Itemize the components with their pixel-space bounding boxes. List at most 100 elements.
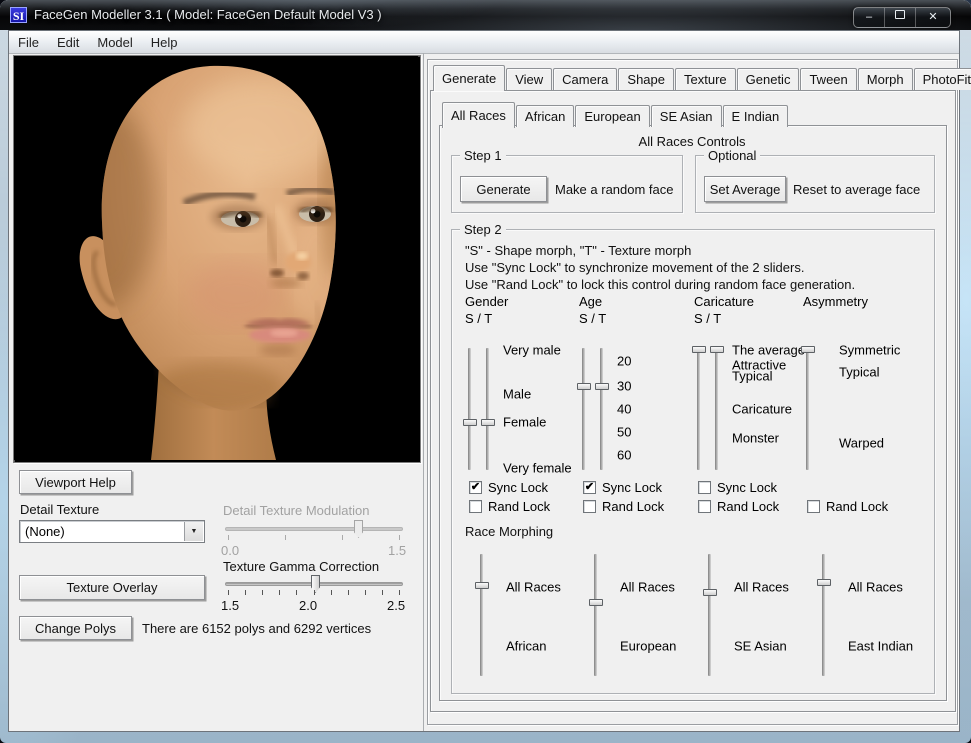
race-top-label-0: All Races [506,580,561,595]
caricature-t-slider-thumb[interactable] [710,346,724,353]
se-asian-morph-slider[interactable] [708,554,711,676]
menu-model[interactable]: Model [88,35,141,50]
tab-tween[interactable]: Tween [800,68,856,90]
morph-column-asymmetry: AsymmetrySymmetricTypicalWarpedRand Lock [799,294,913,584]
generate-button[interactable]: Generate [460,176,547,202]
maximize-button[interactable] [885,8,916,27]
gender-t-slider-thumb[interactable] [481,419,495,426]
slider-tick [228,535,229,540]
set-average-button[interactable]: Set Average [704,176,786,202]
se-asian-morph-slider-thumb[interactable] [703,589,717,596]
slider-tick [348,590,349,595]
modulation-min: 0.0 [221,543,239,558]
caricature-s-slider-thumb[interactable] [692,346,706,353]
tab-generate[interactable]: Generate [433,65,505,91]
modulation-label: Detail Texture Modulation [223,503,369,518]
gender-rand-lock-checkbox[interactable] [469,500,482,513]
client-area: FileEditModelHelp [8,30,960,732]
tab-view[interactable]: View [506,68,552,90]
gender-sync-lock-checkbox[interactable]: ✔ [469,481,482,494]
race-bottom-label-2: SE Asian [734,639,787,654]
slider-tick [365,590,366,595]
panel-splitter[interactable] [423,53,424,731]
tab-shape[interactable]: Shape [618,68,674,90]
european-morph-slider-thumb[interactable] [589,599,603,606]
caricature-header: Caricature [694,294,754,309]
age-sync-lock-checkbox[interactable]: ✔ [583,481,596,494]
gender-st-header: S / T [465,311,492,326]
gender-t-slider[interactable] [486,348,489,470]
step2-instruction-3: Use "Rand Lock" to lock this control dur… [465,276,855,293]
title-bar[interactable]: SI FaceGen Modeller 3.1 ( Model: FaceGen… [0,0,971,30]
race-slider-african: All RacesAfrican [476,546,588,686]
slider-tick [285,535,286,540]
age-rand-lock-row: Rand Lock [583,499,664,513]
minimize-button[interactable]: – [854,8,885,27]
texture-overlay-button[interactable]: Texture Overlay [19,575,205,600]
east-indian-morph-slider-thumb[interactable] [817,579,831,586]
age-sync-lock-label: Sync Lock [602,480,662,495]
subtab-all-races[interactable]: All Races [442,102,515,128]
menu-file[interactable]: File [9,35,48,50]
chevron-down-icon[interactable]: ▼ [184,522,203,541]
close-button[interactable]: ✕ [916,8,950,27]
tab-genetic[interactable]: Genetic [737,68,800,90]
change-polys-button[interactable]: Change Polys [19,616,132,640]
age-label-50: 50 [617,425,631,440]
race-slider-east-indian: All Races East Indian [818,546,930,686]
subtab-african[interactable]: African [516,105,574,127]
menu-edit[interactable]: Edit [48,35,88,50]
app-icon: SI [10,7,27,23]
gender-rand-lock-row: Rand Lock [469,499,550,513]
viewport-help-button[interactable]: Viewport Help [19,470,132,494]
age-s-slider[interactable] [582,348,585,470]
tab-texture[interactable]: Texture [675,68,736,90]
african-morph-slider[interactable] [480,554,483,676]
race-bottom-label-3: East Indian [848,639,913,654]
detail-texture-dropdown[interactable]: (None) ▼ [19,520,205,543]
age-s-slider-thumb[interactable] [577,383,591,390]
european-morph-slider[interactable] [594,554,597,676]
gender-s-slider[interactable] [468,348,471,470]
caricature-sync-lock-checkbox[interactable] [698,481,711,494]
asymmetry-rand-lock-checkbox[interactable] [807,500,820,513]
asymmetry-s-slider[interactable] [806,348,809,470]
caricature-s-slider[interactable] [697,348,700,470]
tab-morph[interactable]: Morph [858,68,913,90]
gender-label-very-male: Very male [503,343,561,358]
asymmetry-rand-lock-row: Rand Lock [807,499,888,513]
east-indian-morph-slider[interactable] [822,554,825,676]
slider-tick [296,590,297,595]
caricature-sync-lock-label: Sync Lock [717,480,777,495]
gamma-slider-thumb[interactable] [311,575,320,593]
asymmetry-header: Asymmetry [803,294,868,309]
african-morph-slider-thumb[interactable] [475,582,489,589]
age-st-header: S / T [579,311,606,326]
age-rand-lock-checkbox[interactable] [583,500,596,513]
subtab-e-indian[interactable]: E Indian [723,105,789,127]
caricature-t-slider[interactable] [715,348,718,470]
tab-camera[interactable]: Camera [553,68,617,90]
asymmetry-s-slider-thumb[interactable] [801,346,815,353]
age-t-slider[interactable] [600,348,603,470]
gamma-label: Texture Gamma Correction [223,559,379,574]
tab-photofit[interactable]: PhotoFit [914,68,971,90]
caricature-rand-lock-checkbox[interactable] [698,500,711,513]
slider-tick [399,590,400,595]
gender-header: Gender [465,294,508,309]
maximize-icon [895,10,905,19]
subtab-se-asian[interactable]: SE Asian [651,105,722,127]
race-slider-se-asian: All RacesSE Asian [704,546,816,686]
slider-tick [342,535,343,540]
main-tab-bar: GenerateViewCameraShapeTextureGeneticTwe… [433,65,971,90]
viewport-3d[interactable] [13,55,421,463]
step2-instruction-2: Use "Sync Lock" to synchronize movement … [465,259,804,276]
subtab-european[interactable]: European [575,105,649,127]
gender-s-slider-thumb[interactable] [463,419,477,426]
age-t-slider-thumb[interactable] [595,383,609,390]
poly-info-text: There are 6152 polys and 6292 vertices [142,621,371,636]
race-morphing-label: Race Morphing [465,524,553,539]
menu-help[interactable]: Help [142,35,187,50]
race-top-label-3: All Races [848,580,903,595]
gamma-tick-2: 2.0 [299,598,317,613]
